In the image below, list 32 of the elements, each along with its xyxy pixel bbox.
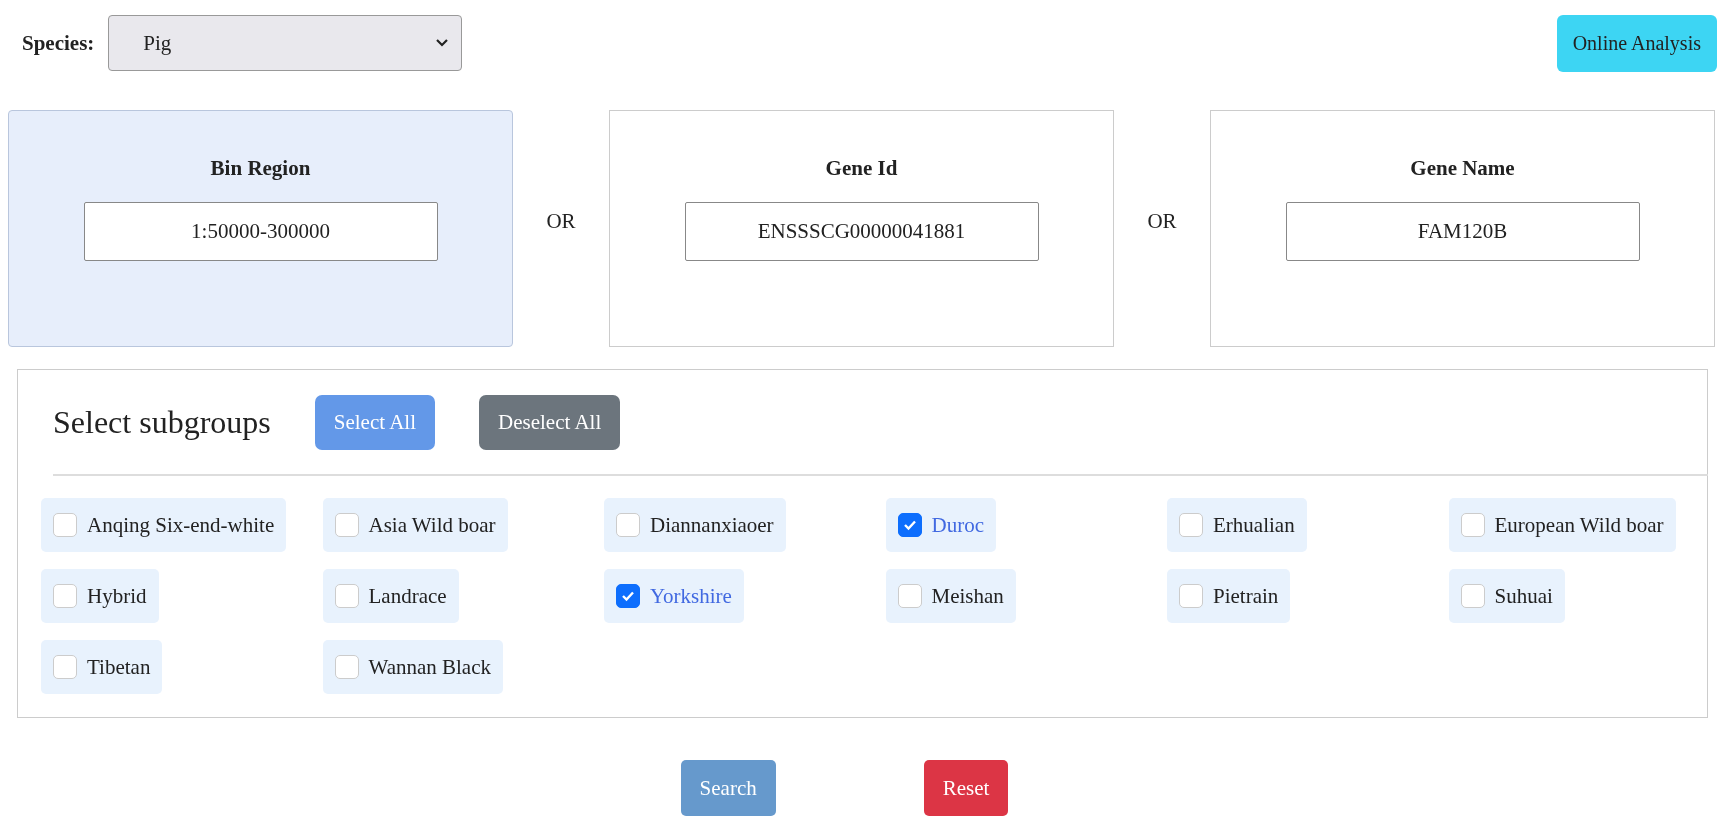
subgroup-checkbox[interactable]: European Wild boar <box>1448 498 1676 552</box>
species-dropdown[interactable]: Pig <box>108 15 463 71</box>
chevron-down-icon <box>435 38 450 48</box>
subgroup-checkbox[interactable]: Duroc <box>885 498 996 552</box>
input-field[interactable]: 1:50000-300000 <box>83 202 438 261</box>
subgroup-checkbox[interactable]: Wannan Black <box>322 640 503 694</box>
card-title: Gene Name <box>1410 156 1515 182</box>
card-title: Gene Id <box>825 156 898 182</box>
panel-title: Select subgroups <box>53 403 271 441</box>
input-field[interactable]: ENSSSCG00000041881 <box>684 202 1039 261</box>
or-label: OR <box>545 208 577 235</box>
subgroup-checkbox[interactable]: Diannanxiaoer <box>604 498 786 552</box>
subgroup-checkbox[interactable]: Pietrain <box>1167 569 1291 623</box>
subgroup-checkbox[interactable]: Landrace <box>322 569 459 623</box>
query-card[interactable]: Gene Id ENSSSCG00000041881 <box>609 110 1114 347</box>
subgroup-checkbox[interactable]: Anqing Six-end-white <box>41 498 287 552</box>
query-card[interactable]: Bin Region 1:50000-300000 <box>8 110 513 347</box>
or-label: OR <box>1146 208 1178 235</box>
card-title: Bin Region <box>210 156 311 182</box>
input-field[interactable]: FAM120B <box>1285 202 1640 261</box>
subgroup-checkbox[interactable]: Meishan <box>885 569 1016 623</box>
online-analysis-button[interactable]: Online Analysis <box>1556 15 1717 72</box>
subgroup-checkbox[interactable]: Yorkshire <box>604 569 744 623</box>
species-label: Species: <box>22 30 95 56</box>
subgroup-checkbox[interactable]: Suhuai <box>1448 569 1565 623</box>
deselect-all-button[interactable]: Deselect All <box>479 394 621 450</box>
subgroup-checkbox[interactable]: Tibetan <box>41 640 163 694</box>
subgroup-checkbox[interactable]: Hybrid <box>41 569 159 623</box>
subgroup-checkbox[interactable]: Erhualian <box>1167 498 1307 552</box>
reset-button[interactable]: Reset <box>923 760 1009 816</box>
query-card[interactable]: Gene Name FAM120B <box>1210 110 1715 347</box>
subgroup-checkbox[interactable]: Asia Wild boar <box>322 498 508 552</box>
